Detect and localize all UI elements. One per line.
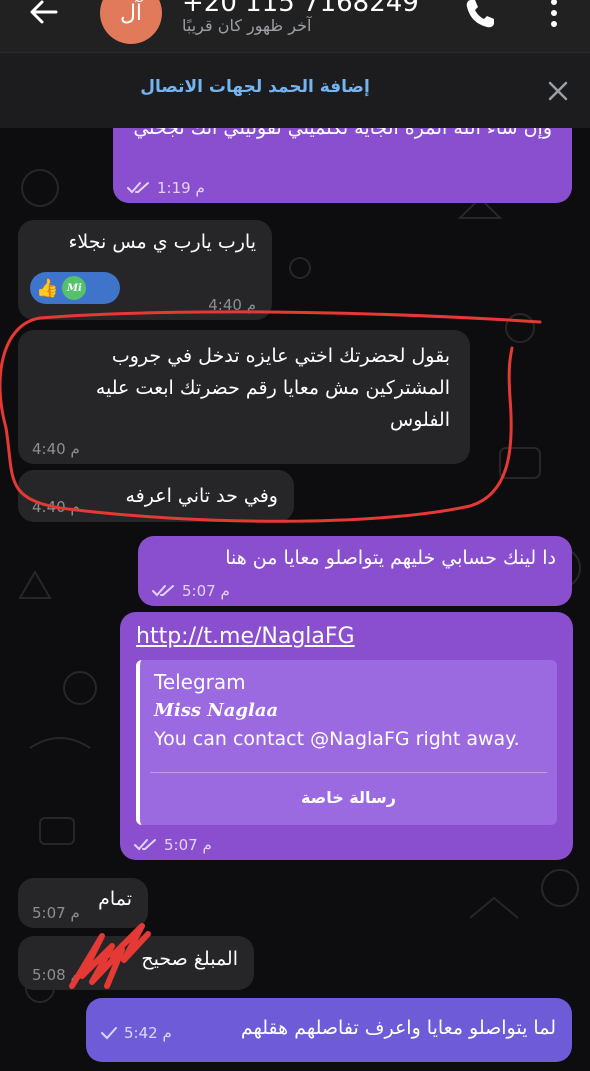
more-options-icon[interactable] <box>544 0 564 32</box>
back-arrow-icon[interactable] <box>28 0 60 30</box>
message-time: 4:40 م <box>32 498 80 516</box>
message-meta: 1:19 م <box>127 179 205 197</box>
message-bubble-incoming[interactable]: بقول لحضرتك اختي عايزه تدخل في جروب المش… <box>18 330 470 464</box>
reactor-avatar: Mi <box>62 276 87 300</box>
message-bubble-incoming[interactable]: المبلغ صحيح 5:08 م <box>18 936 254 990</box>
message-meta: 5:07 م <box>32 904 80 922</box>
double-check-icon <box>127 182 149 194</box>
message-time: 1:19 م <box>157 179 205 197</box>
message-time: 4:40 م <box>32 440 80 458</box>
avatar-initials: آل <box>119 0 143 26</box>
message-time: 5:08 م <box>32 966 80 984</box>
preview-site-name: Telegram <box>154 670 246 694</box>
message-time: 5:42 م <box>124 1024 172 1042</box>
message-link[interactable]: http://t.me/NaglaFG <box>136 624 355 649</box>
message-meta: 4:40 م <box>32 440 80 458</box>
phone-call-icon[interactable] <box>462 0 498 32</box>
contact-avatar[interactable]: آل <box>100 0 162 44</box>
message-text: بقول لحضرتك اختي عايزه تدخل في جروب المش… <box>95 345 450 431</box>
message-bubble-link[interactable]: http://t.me/NaglaFG Telegram Miss Naglaa… <box>120 612 573 860</box>
message-bubble-incoming[interactable]: يارب يارب ي مس نجلاء 👍 Mi 4:40 م <box>18 220 272 320</box>
reaction-chip[interactable]: 👍 Mi <box>30 272 120 304</box>
message-meta: 5:07 م <box>152 582 230 600</box>
double-check-icon <box>134 839 156 851</box>
message-text: دا لينك حسابي خليهم يتواصلو معايا من هنا <box>225 547 556 569</box>
message-meta: 5:07 م <box>134 836 212 854</box>
message-time: 5:07 م <box>32 904 80 922</box>
preview-description: You can contact @NaglaFG right away. <box>154 728 520 750</box>
message-bubble-outgoing[interactable]: دا لينك حسابي خليهم يتواصلو معايا من هنا… <box>138 536 572 606</box>
add-contact-link[interactable]: إضافة الحمد لجهات الاتصال <box>0 77 510 97</box>
preview-title: Miss Naglaa <box>154 700 279 721</box>
message-bubble-incoming[interactable]: وفي حد تاني اعرفه 4:40 م <box>18 470 294 522</box>
message-time: 5:07 م <box>164 836 212 854</box>
chat-header: آل +20 115 7168249 آخر ظهور كان قريبًا <box>0 0 590 52</box>
single-check-icon <box>101 1027 117 1040</box>
last-seen-status: آخر ظهور كان قريبًا <box>182 16 312 35</box>
preview-divider <box>150 772 547 773</box>
add-contact-banner: إضافة الحمد لجهات الاتصال <box>0 52 590 128</box>
close-icon[interactable] <box>544 77 572 105</box>
message-bubble-incoming[interactable]: تمام 5:07 م <box>18 878 148 928</box>
message-text: وإن شاء الله المرة الجاية تكلميني تقوليل… <box>133 128 552 139</box>
message-text: يارب يارب ي مس نجلاء <box>68 231 256 253</box>
message-list[interactable]: وإن شاء الله المرة الجاية تكلميني تقوليل… <box>0 128 590 1071</box>
message-bubble-outgoing[interactable]: لما يتواصلو معايا واعرف تفاصلهم هقلهم 5:… <box>86 998 572 1062</box>
double-check-icon <box>152 585 174 597</box>
message-meta: 5:08 م <box>32 966 80 984</box>
message-bubble-outgoing[interactable]: وإن شاء الله المرة الجاية تكلميني تقوليل… <box>113 128 572 203</box>
link-preview-card[interactable]: Telegram Miss Naglaa You can contact @Na… <box>136 660 557 825</box>
message-meta: 5:42 م <box>100 1024 172 1042</box>
message-time: 4:40 م <box>208 296 256 314</box>
private-message-button[interactable]: رسالة خاصة <box>140 780 557 816</box>
thumbs-up-icon: 👍 <box>36 277 59 299</box>
message-meta: 4:40 م <box>208 296 256 314</box>
message-meta: 4:40 م <box>32 498 80 516</box>
message-time: 5:07 م <box>182 582 230 600</box>
